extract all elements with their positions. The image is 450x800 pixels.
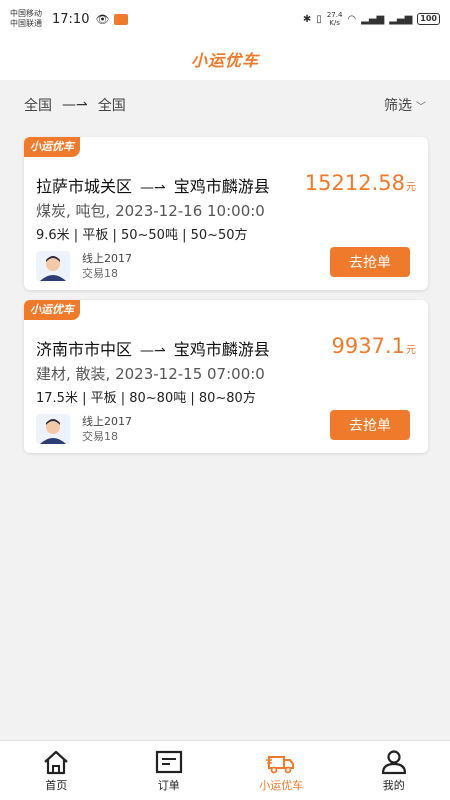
app-notification-icon [114,13,129,25]
user-info: 线上2017 交易18 [82,251,132,281]
signal-icon: ▂▄▆ [361,13,385,25]
order-card[interactable]: 小运优车 济南市市中区 —⇀ 宝鸡市麟游县 9937.1元 建材, 散装, 20… [24,300,428,453]
card-tag: 小运优车 [24,137,80,157]
chevron-down-icon: ﹀ [416,101,426,113]
route-origin: 拉萨市城关区 [36,177,133,196]
price-value: 15212.58 [304,171,405,195]
tab-xiaoyun[interactable]: 小运优车 [225,741,338,800]
tab-label: 订单 [157,778,180,792]
status-right: ✱ ▯ 27.4 K/s ◠ ▂▄▆ ▂▄▆ 100 [303,11,440,27]
battery-indicator: 100 [417,13,440,25]
card-route: 拉萨市城关区 —⇀ 宝鸡市麟游县 [36,173,270,197]
order-card[interactable]: 小运优车 拉萨市城关区 —⇀ 宝鸡市麟游县 15212.58元 煤炭, 吨包, … [24,137,428,290]
user-info: 线上2017 交易18 [82,414,132,444]
net-speed-value: 27.4 [326,11,343,19]
tab-label: 我的 [382,778,405,792]
avatar [36,414,70,444]
filter-button[interactable]: 筛选 ﹀ [384,95,426,115]
tab-home[interactable]: 首页 [0,741,113,800]
route-destination: 宝鸡市麟游县 [173,177,270,196]
avatar [36,251,70,281]
user-icon [381,749,406,774]
vibrate-icon: ▯ [316,13,322,25]
order-icon [155,750,182,773]
status-bar: 中国移动 中国联通 17:10 👁 ✱ ▯ 27.4 K/s ◠ ▂▄▆ ▂▄▆… [0,0,450,38]
tab-label: 首页 [45,778,68,792]
route-destination: 宝鸡市麟游县 [173,340,270,359]
truck-icon [266,755,295,773]
price-value: 9937.1 [331,334,405,358]
price-unit: 元 [406,182,416,193]
card-route: 济南市市中区 —⇀ 宝鸡市麟游县 [36,336,270,360]
net-speed-unit: K/s [329,19,340,27]
user-line: 线上2017 [82,415,132,428]
route-arrow-icon: —⇀ [140,180,166,196]
price: 15212.58元 [305,171,416,195]
price: 9937.1元 [332,334,416,358]
trade-count: 交易18 [82,267,118,280]
route-arrow-icon: —⇀ [140,343,166,359]
wifi-icon: ◠ [347,13,357,25]
vehicle-specs: 17.5米 | 平板 | 80~80吨 | 80~80方 [36,391,256,406]
price-unit: 元 [406,345,416,356]
net-speed: 27.4 K/s [327,11,343,27]
bluetooth-icon: ✱ [302,13,312,25]
route-origin: 济南市市中区 [36,340,133,359]
cargo-description: 煤炭, 吨包, 2023-12-16 10:00:0 [36,202,265,220]
user-line: 线上2017 [82,252,132,265]
grab-order-button[interactable]: 去抢单 [330,410,410,440]
app-title: 小运优车 [190,51,259,70]
eye-icon: 👁 [95,12,110,26]
grab-order-button[interactable]: 去抢单 [330,247,410,277]
card-tag: 小运优车 [24,300,80,320]
status-time: 17:10 [52,11,90,27]
carrier-1: 中国移动 [10,9,42,18]
route-from[interactable]: 全国 [24,95,52,115]
tab-label: 小运优车 [259,778,304,792]
vehicle-specs: 9.6米 | 平板 | 50~50吨 | 50~50方 [36,228,248,243]
route-arrow-icon: —⇀ [62,97,88,113]
home-icon [44,750,68,774]
bottom-tab-bar: 首页 订单 小运优车 我的 [0,740,450,800]
app-header: 小运优车 [0,38,450,80]
signal-icon-2: ▂▄▆ [389,13,413,25]
tab-orders[interactable]: 订单 [113,741,226,800]
carrier-names: 中国移动 中国联通 [10,9,50,29]
trade-count: 交易18 [82,430,118,443]
route-to[interactable]: 全国 [98,95,126,115]
tab-mine[interactable]: 我的 [338,741,450,800]
route-filter-bar: 全国 —⇀ 全国 筛选 ﹀ [0,80,450,130]
cargo-description: 建材, 散装, 2023-12-15 07:00:0 [36,365,265,383]
filter-label: 筛选 [384,98,412,114]
carrier-2: 中国联通 [10,19,42,28]
